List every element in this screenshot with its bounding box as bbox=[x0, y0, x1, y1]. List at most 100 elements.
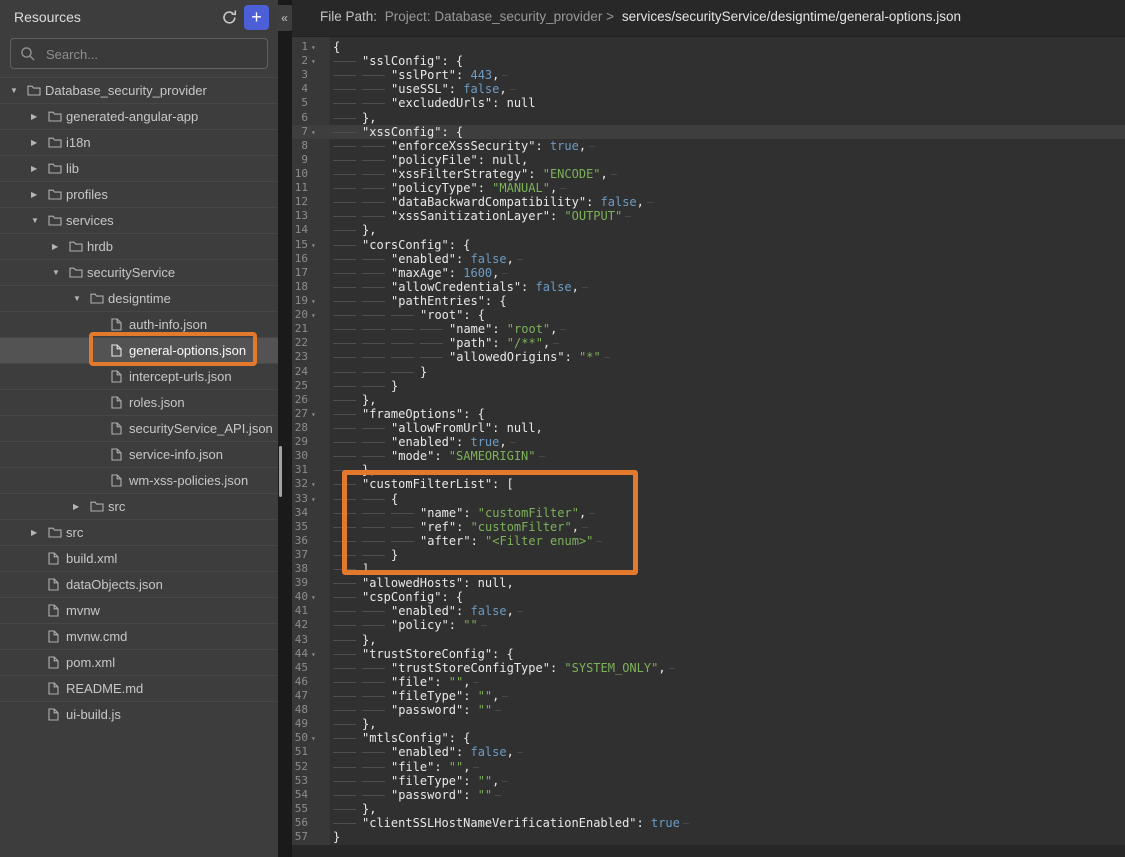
code-line-39[interactable]: 39"allowedHosts": null, bbox=[292, 576, 1125, 590]
code-line-text[interactable]: }, bbox=[333, 717, 376, 731]
code-line-23[interactable]: 23"allowedOrigins": "*" bbox=[292, 350, 1125, 364]
code-line-text[interactable]: "root": { bbox=[333, 308, 485, 322]
code-line-text[interactable]: "customFilterList": [ bbox=[333, 477, 514, 491]
code-line-text[interactable]: "xssFilterStrategy": "ENCODE", bbox=[333, 167, 620, 181]
tree-item-src[interactable]: ▶src bbox=[0, 493, 278, 519]
code-line-text[interactable]: "allowFromUrl": null, bbox=[333, 421, 543, 435]
code-line-33[interactable]: 33▾{ bbox=[292, 492, 1125, 506]
code-line-text[interactable]: "dataBackwardCompatibility": false, bbox=[333, 195, 656, 209]
code-line-24[interactable]: 24} bbox=[292, 365, 1125, 379]
code-line-text[interactable]: "password": "" bbox=[333, 703, 504, 717]
code-line-text[interactable]: "trustStoreConfigType": "SYSTEM_ONLY", bbox=[333, 661, 678, 675]
code-line-43[interactable]: 43}, bbox=[292, 633, 1125, 647]
code-line-4[interactable]: 4"useSSL": false, bbox=[292, 82, 1125, 96]
code-line-44[interactable]: 44▾"trustStoreConfig": { bbox=[292, 647, 1125, 661]
editor-lines[interactable]: 1▾{2▾"sslConfig": {3"sslPort": 443,4"use… bbox=[292, 40, 1125, 844]
code-line-text[interactable]: }, bbox=[333, 463, 376, 477]
code-line-text[interactable]: } bbox=[333, 548, 398, 562]
code-line-text[interactable]: "enabled": false, bbox=[333, 252, 526, 266]
caret-collapsed-icon[interactable]: ▶ bbox=[31, 112, 37, 121]
code-line-text[interactable]: "pathEntries": { bbox=[333, 294, 507, 308]
code-line-text[interactable]: "allowCredentials": false, bbox=[333, 280, 591, 294]
code-line-text[interactable]: "excludedUrls": null bbox=[333, 96, 536, 110]
fold-caret-icon[interactable]: ▾ bbox=[311, 408, 316, 422]
code-line-29[interactable]: 29"enabled": true, bbox=[292, 435, 1125, 449]
code-line-14[interactable]: 14}, bbox=[292, 223, 1125, 237]
tree-item-profiles[interactable]: ▶profiles bbox=[0, 181, 278, 207]
collapse-sidebar-button[interactable]: « bbox=[277, 5, 292, 31]
code-line-32[interactable]: 32▾"customFilterList": [ bbox=[292, 477, 1125, 491]
code-line-5[interactable]: 5"excludedUrls": null bbox=[292, 96, 1125, 110]
caret-expanded-icon[interactable]: ▼ bbox=[10, 86, 18, 95]
fold-caret-icon[interactable]: ▾ bbox=[311, 239, 316, 253]
code-line-48[interactable]: 48"password": "" bbox=[292, 703, 1125, 717]
code-line-text[interactable]: "enabled": true, bbox=[333, 435, 519, 449]
fold-caret-icon[interactable]: ▾ bbox=[311, 55, 316, 69]
code-line-text[interactable]: "policy": "" bbox=[333, 618, 490, 632]
code-line-text[interactable]: "useSSL": false, bbox=[333, 82, 519, 96]
caret-collapsed-icon[interactable]: ▶ bbox=[31, 164, 37, 173]
code-line-text[interactable]: }, bbox=[333, 111, 376, 125]
code-line-16[interactable]: 16"enabled": false, bbox=[292, 252, 1125, 266]
code-line-text[interactable]: "sslConfig": { bbox=[333, 54, 463, 68]
tree-item-lib[interactable]: ▶lib bbox=[0, 155, 278, 181]
fold-caret-icon[interactable]: ▾ bbox=[311, 309, 316, 323]
code-line-20[interactable]: 20▾"root": { bbox=[292, 308, 1125, 322]
code-line-38[interactable]: 38], bbox=[292, 562, 1125, 576]
tree-item-database-security-provider[interactable]: ▼Database_security_provider bbox=[0, 77, 278, 103]
tree-item-designtime[interactable]: ▼designtime bbox=[0, 285, 278, 311]
code-line-text[interactable]: "trustStoreConfig": { bbox=[333, 647, 514, 661]
code-line-15[interactable]: 15▾"corsConfig": { bbox=[292, 238, 1125, 252]
caret-collapsed-icon[interactable]: ▶ bbox=[73, 502, 79, 511]
fold-caret-icon[interactable]: ▾ bbox=[311, 648, 316, 662]
code-line-26[interactable]: 26}, bbox=[292, 393, 1125, 407]
tree-item-i18n[interactable]: ▶i18n bbox=[0, 129, 278, 155]
add-resource-button[interactable]: + bbox=[244, 5, 269, 30]
code-line-text[interactable]: } bbox=[333, 379, 398, 393]
code-line-41[interactable]: 41"enabled": false, bbox=[292, 604, 1125, 618]
code-line-text[interactable]: "clientSSLHostNameVerificationEnabled": … bbox=[333, 816, 692, 830]
code-line-text[interactable]: "xssSanitizationLayer": "OUTPUT" bbox=[333, 209, 634, 223]
code-line-text[interactable]: }, bbox=[333, 633, 376, 647]
code-line-34[interactable]: 34"name": "customFilter", bbox=[292, 506, 1125, 520]
code-line-35[interactable]: 35"ref": "customFilter", bbox=[292, 520, 1125, 534]
code-line-text[interactable]: "ref": "customFilter", bbox=[333, 520, 591, 534]
code-line-31[interactable]: 31}, bbox=[292, 463, 1125, 477]
tree-item-dataobjects-json[interactable]: dataObjects.json bbox=[0, 571, 278, 597]
code-line-36[interactable]: 36"after": "<Filter enum>" bbox=[292, 534, 1125, 548]
code-line-text[interactable]: "password": "" bbox=[333, 788, 504, 802]
code-line-50[interactable]: 50▾"mtlsConfig": { bbox=[292, 731, 1125, 745]
tree-item-hrdb[interactable]: ▶hrdb bbox=[0, 233, 278, 259]
code-line-text[interactable]: { bbox=[333, 492, 398, 506]
code-line-text[interactable]: "fileType": "", bbox=[333, 774, 511, 788]
code-line-text[interactable]: "maxAge": 1600, bbox=[333, 266, 511, 280]
code-line-1[interactable]: 1▾{ bbox=[292, 40, 1125, 54]
code-line-text[interactable]: "mtlsConfig": { bbox=[333, 731, 470, 745]
tree-item-securityservice-api-json[interactable]: securityService_API.json bbox=[0, 415, 278, 441]
code-line-9[interactable]: 9"policyFile": null, bbox=[292, 153, 1125, 167]
fold-caret-icon[interactable]: ▾ bbox=[311, 295, 316, 309]
code-line-text[interactable]: } bbox=[333, 830, 340, 844]
code-line-text[interactable]: "enabled": false, bbox=[333, 745, 526, 759]
caret-expanded-icon[interactable]: ▼ bbox=[52, 268, 60, 277]
code-line-text[interactable]: "policyFile": null, bbox=[333, 153, 528, 167]
code-line-8[interactable]: 8"enforceXssSecurity": true, bbox=[292, 139, 1125, 153]
caret-expanded-icon[interactable]: ▼ bbox=[31, 216, 39, 225]
tree-item-ui-build-js[interactable]: ui-build.js bbox=[0, 701, 278, 727]
tree-item-src[interactable]: ▶src bbox=[0, 519, 278, 545]
code-line-text[interactable]: "allowedOrigins": "*" bbox=[333, 350, 613, 364]
code-line-text[interactable]: "enforceXssSecurity": true, bbox=[333, 139, 598, 153]
code-line-30[interactable]: 30"mode": "SAMEORIGIN" bbox=[292, 449, 1125, 463]
code-line-text[interactable]: "frameOptions": { bbox=[333, 407, 485, 421]
code-line-text[interactable]: "file": "", bbox=[333, 760, 482, 774]
code-line-text[interactable]: }, bbox=[333, 393, 376, 407]
code-line-text[interactable]: "file": "", bbox=[333, 675, 482, 689]
tree-item-service-info-json[interactable]: service-info.json bbox=[0, 441, 278, 467]
code-line-text[interactable]: "cspConfig": { bbox=[333, 590, 463, 604]
code-line-3[interactable]: 3"sslPort": 443, bbox=[292, 68, 1125, 82]
code-line-21[interactable]: 21"name": "root", bbox=[292, 322, 1125, 336]
caret-collapsed-icon[interactable]: ▶ bbox=[31, 528, 37, 537]
code-line-text[interactable]: "enabled": false, bbox=[333, 604, 526, 618]
refresh-button[interactable] bbox=[219, 8, 239, 28]
tree-item-build-xml[interactable]: build.xml bbox=[0, 545, 278, 571]
